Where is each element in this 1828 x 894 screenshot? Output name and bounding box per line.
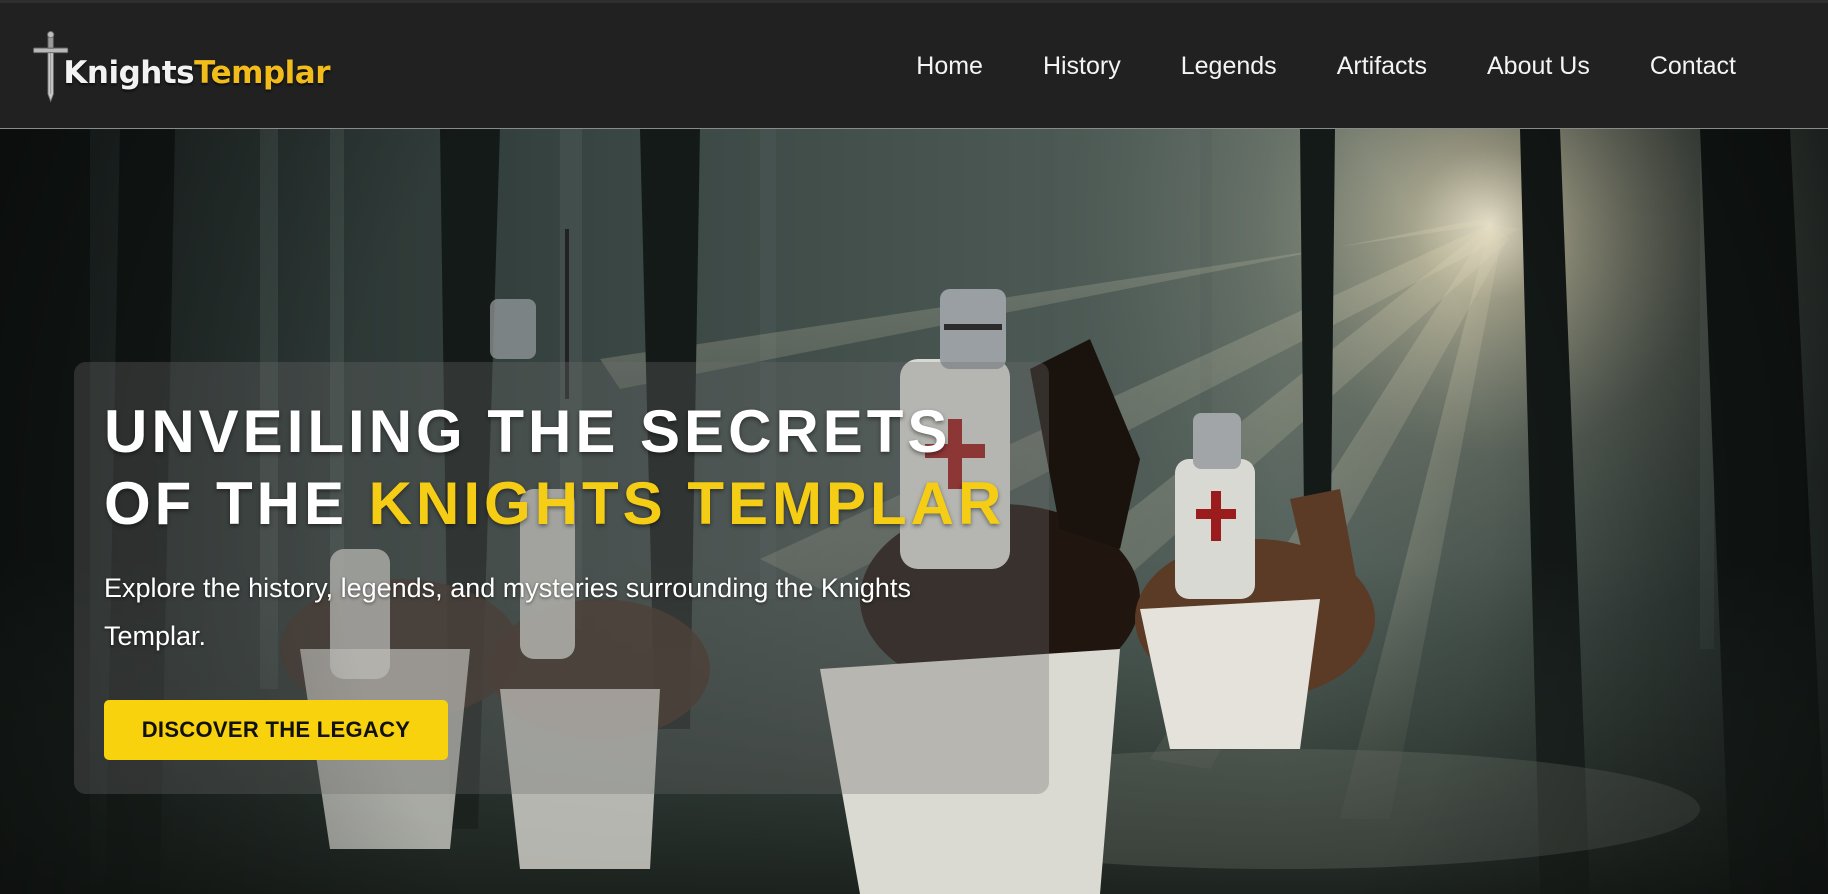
logo-text-templar: Templar [194, 55, 330, 91]
site-header: KnightsTemplar Home History Legends Arti… [0, 0, 1828, 129]
logo-text: KnightsTemplar [63, 55, 330, 91]
page: KnightsTemplar Home History Legends Arti… [0, 0, 1828, 894]
hero-card: UNVEILING THE SECRETS OF THE KNIGHTS TEM… [74, 362, 1049, 794]
hero-title-line2-prefix: OF THE [104, 470, 369, 537]
nav-item-home[interactable]: Home [916, 51, 983, 81]
hero-section: UNVEILING THE SECRETS OF THE KNIGHTS TEM… [0, 129, 1828, 894]
hero-title: UNVEILING THE SECRETS OF THE KNIGHTS TEM… [104, 396, 1019, 540]
discover-legacy-button[interactable]: DISCOVER THE LEGACY [104, 700, 448, 760]
nav-item-artifacts[interactable]: Artifacts [1337, 51, 1427, 81]
nav-item-legends[interactable]: Legends [1181, 51, 1277, 81]
logo-text-knights: Knights [63, 55, 195, 91]
hero-title-line2-accent: KNIGHTS TEMPLAR [368, 470, 1006, 537]
site-logo[interactable]: KnightsTemplar [30, 27, 330, 107]
nav-item-contact[interactable]: Contact [1650, 51, 1736, 81]
hero-subtitle: Explore the history, legends, and myster… [104, 573, 911, 651]
nav-item-history[interactable]: History [1043, 51, 1121, 81]
hero-title-line1: UNVEILING THE SECRETS [104, 398, 952, 465]
main-nav: Home History Legends Artifacts About Us … [916, 51, 1736, 81]
nav-item-about-us[interactable]: About Us [1487, 51, 1590, 81]
